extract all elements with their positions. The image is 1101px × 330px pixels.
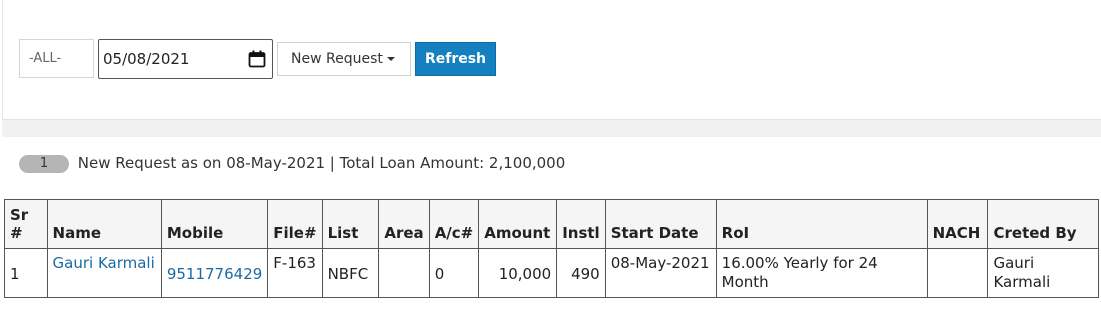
summary-line: 1 New Request as on 08-May-2021 | Total …	[19, 152, 565, 174]
col-header-mobile[interactable]: Mobile	[160, 199, 269, 249]
table-header-row: Sr # Name Mobile File# List Area A/c# Am…	[4, 199, 1099, 249]
cell-account: 0	[428, 248, 480, 298]
col-header-created-by[interactable]: Creted By	[987, 199, 1099, 249]
mobile-link[interactable]: 9511776429	[167, 265, 262, 283]
request-type-label: New Request	[291, 51, 383, 67]
filter-all-select[interactable]: -ALL-	[19, 39, 94, 78]
date-input[interactable]: 05/08/2021	[98, 39, 273, 79]
col-header-start-date[interactable]: Start Date	[604, 199, 717, 249]
refresh-button[interactable]: Refresh	[415, 42, 496, 76]
cell-mobile: 9511776429	[160, 248, 269, 298]
col-header-list[interactable]: List	[321, 199, 380, 249]
count-badge: 1	[19, 155, 69, 173]
cell-start-date: 08-May-2021	[604, 248, 717, 298]
borrower-name-link[interactable]: Gauri Karmali	[53, 254, 155, 272]
col-header-area[interactable]: Area	[378, 199, 430, 249]
cell-list: NBFC	[321, 248, 380, 298]
summary-text: New Request as on 08-May-2021 | Total Lo…	[77, 154, 566, 172]
table-row: 1 Gauri Karmali 9511776429 F-163 NBFC 0 …	[4, 248, 1099, 298]
col-header-instl[interactable]: Instl	[556, 199, 606, 249]
request-type-dropdown[interactable]: New Request	[277, 42, 411, 76]
cell-created-by: Gauri Karmali	[987, 248, 1099, 298]
cell-sr: 1	[4, 248, 48, 298]
calendar-icon[interactable]	[248, 50, 266, 68]
cell-file: F-163	[267, 248, 323, 298]
col-header-nach[interactable]: NACH	[926, 199, 989, 249]
col-header-amount[interactable]: Amount	[478, 199, 558, 249]
date-value: 05/08/2021	[103, 50, 190, 68]
section-separator	[2, 120, 1101, 137]
cell-roi: 16.00% Yearly for 24 Month	[715, 248, 928, 298]
cell-name: Gauri Karmali	[46, 248, 162, 298]
requests-table: Sr # Name Mobile File# List Area A/c# Am…	[4, 199, 1099, 298]
col-header-roi[interactable]: RoI	[715, 199, 928, 249]
col-header-account[interactable]: A/c#	[428, 199, 480, 249]
cell-instl: 490	[556, 248, 606, 298]
col-header-sr[interactable]: Sr #	[4, 199, 48, 249]
cell-area	[378, 248, 430, 298]
caret-down-icon	[386, 57, 395, 61]
col-header-name[interactable]: Name	[46, 199, 162, 249]
cell-amount: 10,000	[478, 248, 558, 298]
cell-nach	[926, 248, 989, 298]
col-header-file[interactable]: File#	[267, 199, 323, 249]
